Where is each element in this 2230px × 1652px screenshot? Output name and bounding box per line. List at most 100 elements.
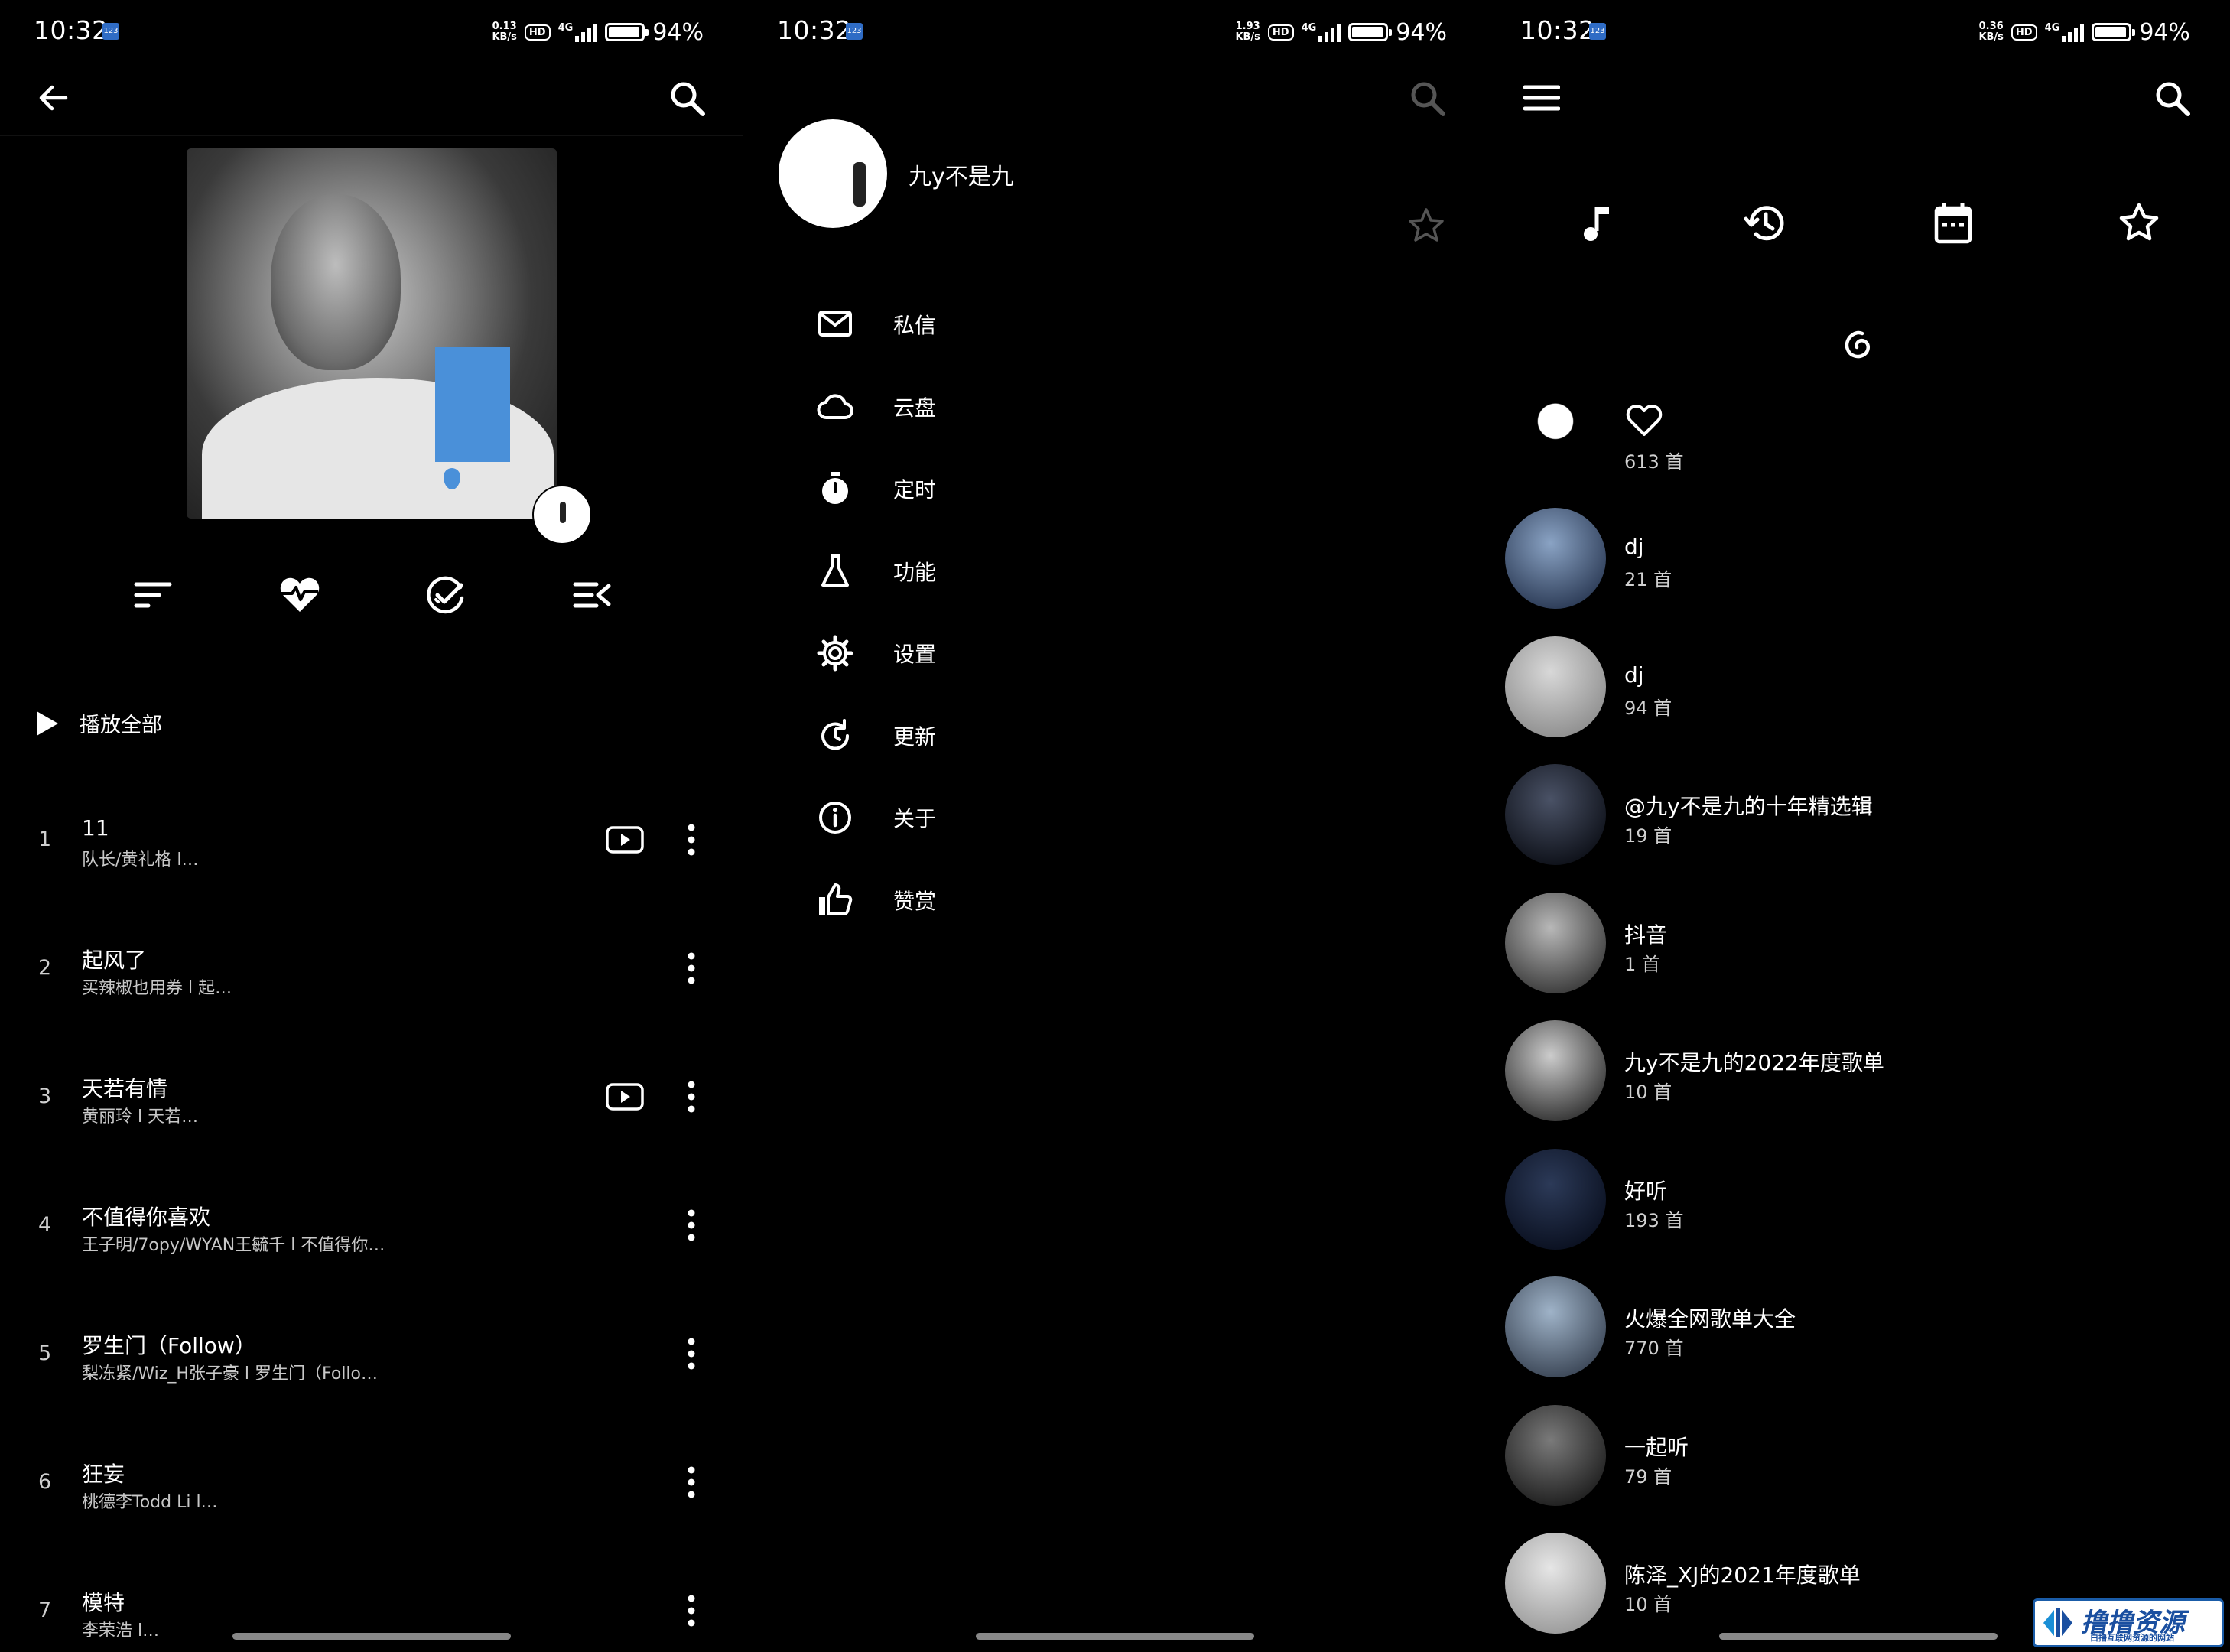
drawer-item-label: 赞赏 (893, 888, 937, 914)
mv-play-icon[interactable] (606, 1083, 644, 1111)
music-note-icon[interactable] (1580, 202, 1617, 245)
more-vert-icon[interactable] (676, 951, 707, 985)
drawer-item-4[interactable]: 功能 (817, 541, 936, 602)
song-row[interactable]: 3 天若有情 黄丽玲 l 天若… (0, 1032, 743, 1161)
song-title: 天若有情 (82, 1076, 168, 1101)
creator-avatar[interactable] (532, 485, 592, 545)
status-bar: 10:32 123 0.13 KB/s HD 4G 94% (0, 0, 743, 66)
drawer-item-6[interactable]: 更新 (817, 705, 936, 766)
playlist-cover (1505, 1020, 1606, 1121)
queue-icon[interactable] (572, 575, 612, 615)
song-row[interactable]: 1 11 队长/黄礼格 l… (0, 776, 743, 904)
playlist-item[interactable]: 一起听 79 首 (1487, 1391, 2230, 1520)
update-icon (817, 717, 853, 754)
history-icon[interactable] (1744, 202, 1786, 245)
drawer-item-label: 云盘 (893, 395, 937, 421)
sim-badge: 123 (102, 23, 119, 40)
playlist-item[interactable]: 好听 193 首 (1487, 1135, 2230, 1263)
playlist-count: 193 首 (1624, 1209, 1684, 1231)
track-number: 6 (38, 1470, 52, 1494)
song-artist-album: 买辣椒也用券 l 起… (82, 979, 232, 998)
user-avatar[interactable] (779, 119, 887, 228)
more-vert-icon[interactable] (676, 1337, 707, 1371)
arrow-left-icon[interactable] (35, 80, 72, 116)
playlist-item[interactable]: 火爆全网歌单大全 770 首 (1487, 1263, 2230, 1391)
playlist-count: 94 首 (1624, 697, 1672, 719)
sort-icon[interactable] (133, 575, 173, 615)
drawer-item-8[interactable]: 赞赏 (817, 870, 936, 931)
signal-icon: 4G (558, 22, 598, 42)
song-artist-album: 桃德李Todd Li l… (82, 1493, 218, 1512)
song-row[interactable]: 5 罗生门（Follow） 梨冻紧/Wiz_H张子豪 l 罗生门（Follo… (0, 1289, 743, 1418)
play-all-button[interactable]: 播放全部 (35, 708, 162, 738)
playlist-detail-panel: 10:32 123 0.13 KB/s HD 4G 94% 播放全部 1 11 … (0, 0, 743, 1652)
album-cover[interactable] (187, 148, 557, 519)
battery-icon (1348, 23, 1393, 41)
hd-badge: HD (1267, 24, 1294, 41)
playlist-count: 1 首 (1624, 953, 1660, 975)
playlist-cover (1505, 764, 1606, 865)
more-vert-icon[interactable] (676, 823, 707, 857)
signal-icon: 4G (2045, 22, 2085, 42)
flask-icon (817, 553, 853, 590)
battery-icon (2092, 23, 2136, 41)
song-row[interactable]: 4 不值得你喜欢 王子明/7opy/WYAN王毓千 l 不值得你… (0, 1161, 743, 1289)
drawer-item-3[interactable]: 定时 (817, 458, 936, 519)
cloud-icon (817, 389, 853, 425)
check-circle-icon[interactable] (425, 575, 466, 616)
playlist-item[interactable]: dj 94 首 (1487, 623, 2230, 751)
track-number: 3 (38, 1085, 52, 1108)
playlist-item[interactable]: dj 21 首 (1487, 494, 2230, 623)
calendar-icon[interactable] (1933, 202, 1973, 245)
playlist-item[interactable]: 抖音 1 首 (1487, 879, 2230, 1007)
track-number: 2 (38, 956, 52, 980)
drawer-item-1[interactable]: 私信 (817, 294, 936, 355)
song-title: 狂妄 (82, 1462, 125, 1487)
heartbeat-icon[interactable] (278, 575, 321, 615)
more-vert-icon[interactable] (676, 1080, 707, 1114)
playlist-cover (1505, 1533, 1606, 1634)
drawer-item-label: 关于 (893, 806, 937, 831)
playlist-name: 九y不是九的2022年度歌单 (1624, 1050, 1884, 1075)
track-number: 5 (38, 1341, 52, 1365)
status-bar: 10:32 123 1.93 KB/s HD 4G 94% (743, 0, 1487, 66)
drawer-item-label: 私信 (893, 313, 937, 338)
network-speed: 0.13 KB/s (492, 21, 517, 43)
star-icon[interactable] (1407, 206, 1445, 245)
playlist-name: 陈泽_XJ的2021年度歌单 (1624, 1563, 1861, 1588)
song-artist-album: 队长/黄礼格 l… (82, 850, 199, 870)
sim-badge: 123 (846, 23, 863, 40)
drawer-item-2[interactable]: 云盘 (817, 376, 936, 437)
more-vert-icon[interactable] (676, 1594, 707, 1628)
search-icon[interactable] (668, 80, 707, 118)
song-title: 起风了 (82, 948, 147, 973)
star-icon[interactable] (2118, 202, 2160, 243)
watermark-subtext: 白撸互联网资源的网站 (2090, 1633, 2174, 1643)
drawer-item-7[interactable]: 关于 (817, 787, 936, 848)
search-icon[interactable] (1409, 80, 1447, 118)
playlist-count: 10 首 (1624, 1594, 1672, 1615)
mv-play-icon[interactable] (606, 826, 644, 854)
user-name[interactable]: 九y不是九 (909, 158, 1014, 191)
playlist-item[interactable]: 九y不是九的2022年度歌单 10 首 (1487, 1006, 2230, 1135)
status-time: 10:32 (34, 15, 109, 45)
song-artist-album: 李荣浩 l… (82, 1621, 160, 1641)
more-vert-icon[interactable] (676, 1208, 707, 1242)
liked-songs-item[interactable]: 613 首 (1487, 367, 2230, 496)
netease-logo-icon[interactable] (1841, 329, 1876, 364)
search-icon[interactable] (2154, 80, 2192, 118)
signal-icon: 4G (1302, 22, 1341, 42)
song-row[interactable]: 6 狂妄 桃德李Todd Li l… (0, 1418, 743, 1546)
song-row[interactable]: 2 起风了 买辣椒也用券 l 起… (0, 904, 743, 1032)
track-number: 7 (38, 1598, 52, 1622)
playlist-name: dj (1624, 534, 1644, 559)
more-vert-icon[interactable] (676, 1465, 707, 1499)
drawer-item-5[interactable]: 设置 (817, 623, 936, 684)
playlist-name: 好听 (1624, 1178, 1668, 1204)
playlist-count: 770 首 (1624, 1338, 1684, 1359)
playlist-name: 抖音 (1624, 922, 1668, 948)
menu-icon[interactable] (1523, 83, 1560, 113)
song-title: 罗生门（Follow） (82, 1333, 256, 1358)
playlist-cover (1505, 1148, 1606, 1250)
playlist-item[interactable]: @九y不是九的十年精选辑 19 首 (1487, 750, 2230, 879)
